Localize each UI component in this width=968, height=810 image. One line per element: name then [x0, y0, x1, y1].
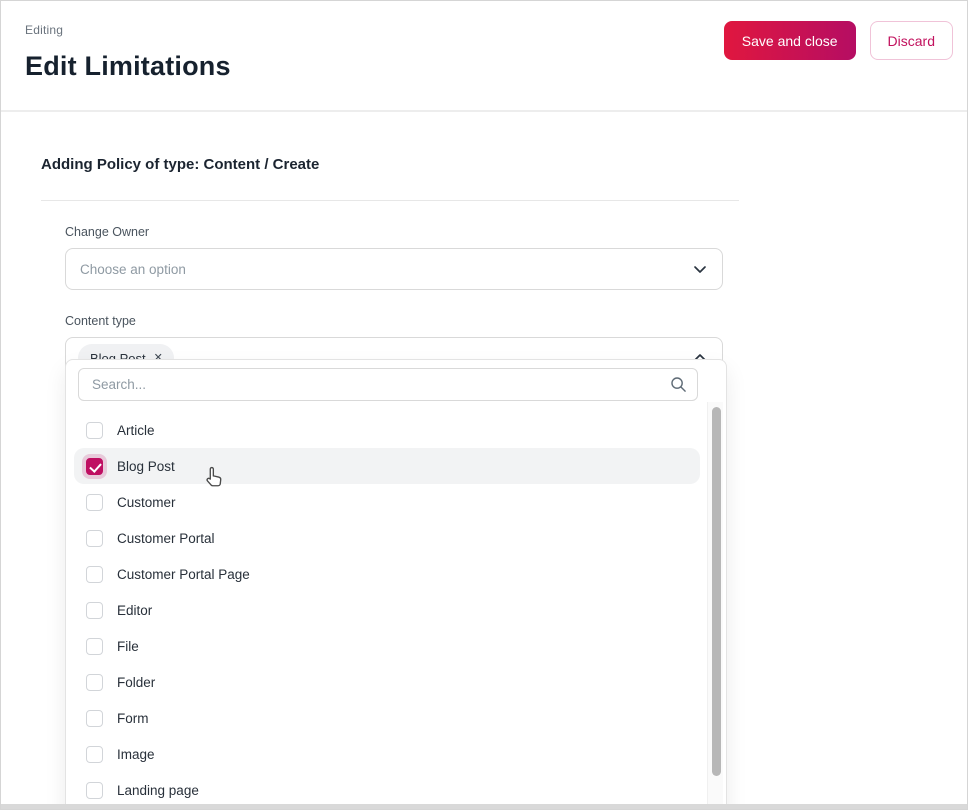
- dropdown-option-landing-page[interactable]: Landing page: [74, 772, 700, 808]
- option-label: Customer: [117, 494, 176, 510]
- header-actions: Save and close Discard: [723, 21, 953, 60]
- option-label: Landing page: [117, 782, 199, 798]
- dropdown-options-list: Article Blog Post Customer Customer Port…: [74, 412, 700, 808]
- dropdown-option-blog-post[interactable]: Blog Post: [74, 448, 700, 484]
- option-label: Article: [117, 422, 155, 438]
- option-label: Blog Post: [117, 458, 175, 474]
- option-label: Folder: [117, 674, 156, 690]
- option-label: Form: [117, 710, 149, 726]
- dropdown-option-editor[interactable]: Editor: [74, 592, 700, 628]
- policy-form: Adding Policy of type: Content / Create …: [1, 112, 967, 379]
- option-label: Editor: [117, 602, 153, 618]
- scrollbar-thumb[interactable]: [712, 407, 721, 776]
- dropdown-option-form[interactable]: Form: [74, 700, 700, 736]
- save-and-close-button[interactable]: Save and close: [723, 21, 856, 60]
- checkbox-icon[interactable]: [86, 493, 103, 511]
- dropdown-scrollbar[interactable]: [707, 402, 723, 809]
- option-label: Customer Portal Page: [117, 566, 250, 582]
- content-type-dropdown: Article Blog Post Customer Customer Port…: [65, 359, 727, 809]
- dropdown-option-customer-portal-page[interactable]: Customer Portal Page: [74, 556, 700, 592]
- checkbox-icon[interactable]: [86, 601, 103, 619]
- section-divider: [41, 200, 739, 201]
- checkbox-icon[interactable]: [86, 529, 103, 547]
- search-input[interactable]: [78, 368, 698, 401]
- checkbox-icon[interactable]: [86, 637, 103, 655]
- option-label: File: [117, 638, 139, 654]
- discard-button[interactable]: Discard: [869, 21, 953, 60]
- checkbox-icon[interactable]: [86, 781, 103, 799]
- change-owner-select[interactable]: Choose an option: [65, 248, 723, 290]
- change-owner-placeholder: Choose an option: [80, 261, 186, 277]
- change-owner-label: Change Owner: [65, 225, 150, 239]
- header-titles: Editing Edit Limitations: [25, 23, 231, 82]
- checkbox-icon[interactable]: [86, 457, 103, 475]
- dropdown-option-customer[interactable]: Customer: [74, 484, 700, 520]
- option-label: Customer Portal: [117, 530, 215, 546]
- bottom-edge: [1, 804, 967, 809]
- dropdown-option-article[interactable]: Article: [74, 412, 700, 448]
- dropdown-option-customer-portal[interactable]: Customer Portal: [74, 520, 700, 556]
- chevron-down-icon: [694, 266, 706, 273]
- dropdown-option-folder[interactable]: Folder: [74, 664, 700, 700]
- section-heading: Adding Policy of type: Content / Create: [41, 156, 320, 173]
- search-icon: [671, 377, 686, 392]
- page-header: Editing Edit Limitations Save and close …: [1, 1, 967, 112]
- dropdown-option-image[interactable]: Image: [74, 736, 700, 772]
- checkbox-icon[interactable]: [86, 421, 103, 439]
- dropdown-search: [78, 368, 698, 401]
- option-label: Image: [117, 746, 155, 762]
- checkbox-icon[interactable]: [86, 673, 103, 691]
- edit-limitations-page: Editing Edit Limitations Save and close …: [0, 0, 968, 810]
- page-title: Edit Limitations: [25, 51, 231, 81]
- checkbox-icon[interactable]: [86, 565, 103, 583]
- checkbox-icon[interactable]: [86, 745, 103, 763]
- checkbox-icon[interactable]: [86, 709, 103, 727]
- breadcrumb: Editing: [25, 23, 64, 37]
- content-type-label: Content type: [65, 314, 136, 328]
- dropdown-option-file[interactable]: File: [74, 628, 700, 664]
